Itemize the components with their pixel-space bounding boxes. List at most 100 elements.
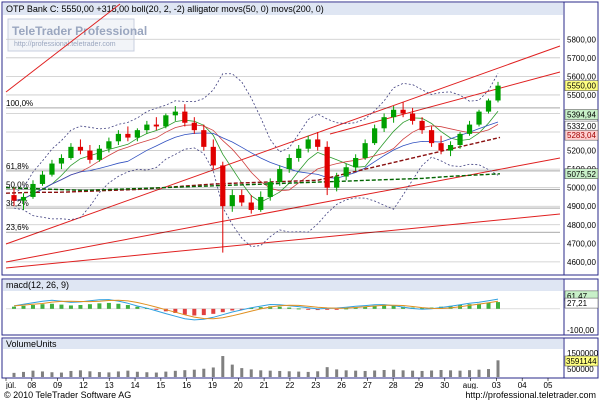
candle-body [390, 109, 397, 118]
volume-bar [382, 370, 386, 377]
macd-histogram-bar [12, 306, 16, 309]
macd-histogram-bar [296, 308, 301, 310]
volume-bar [316, 371, 320, 377]
macd-histogram-bar [21, 305, 26, 309]
candle-body [353, 157, 359, 168]
x-tick-label: 13 [105, 381, 114, 390]
volume-bar [78, 370, 82, 377]
candle-body [68, 146, 74, 158]
candle-body [163, 115, 169, 127]
x-tick-label: 09 [53, 381, 62, 390]
volume-value-label: 3591144 [566, 357, 597, 366]
volume-bar [306, 371, 310, 377]
volume-bar [278, 370, 282, 377]
candle-body [106, 141, 112, 149]
macd-histogram-bar [30, 305, 35, 309]
price-tick-label: 5600,00 [567, 72, 596, 81]
volume-bar [211, 367, 215, 377]
candle-body [286, 157, 292, 170]
x-tick-label: 08 [27, 381, 36, 390]
macd-histogram-bar [59, 304, 64, 309]
macd-histogram-bar [182, 308, 187, 315]
x-tick-label: 14 [131, 381, 140, 390]
volume-title: VolumeUnits [6, 339, 57, 349]
candle-body [220, 165, 226, 207]
volume-bar [335, 369, 339, 377]
date-x-axis: júl. 08 09 12 13 14 15 16 19 20 21 22 23 26 27 28 29 30 au… [5, 378, 553, 390]
candle-body [87, 150, 93, 160]
volume-bar [126, 370, 130, 377]
macd-histogram-bar [201, 308, 206, 316]
volume-bar [458, 370, 462, 377]
macd-histogram-bar [116, 303, 121, 309]
price-tick-label: 5000,00 [567, 184, 596, 193]
candle-body [457, 133, 463, 145]
volume-bar [116, 371, 120, 377]
macd-histogram-bar [306, 308, 311, 310]
candle-body [485, 100, 492, 112]
volume-bar [183, 370, 187, 377]
x-tick-label: 27 [363, 381, 372, 390]
candle-body [77, 146, 84, 151]
volume-bar [145, 372, 149, 377]
x-tick-label: 29 [414, 381, 423, 390]
volume-bar [363, 370, 367, 377]
volume-bar [192, 369, 196, 377]
candle-body [362, 143, 368, 158]
volume-bar [164, 371, 168, 377]
fib-level-label: 61,8% [6, 162, 29, 171]
candle-body [495, 85, 501, 101]
x-tick-label: 03 [492, 381, 501, 390]
candle-body [201, 130, 207, 147]
volume-bar [50, 372, 54, 377]
chart-window: OTP Bank C: 5550,00 +315,00 boll(20, 2, … [0, 0, 600, 400]
volume-tick-label: 500000 [567, 365, 594, 374]
volume-bar [154, 372, 158, 377]
x-tick-label: 30 [440, 381, 449, 390]
candle-body [96, 148, 103, 160]
candle-body [229, 195, 235, 207]
macd-histogram-bar [486, 302, 491, 309]
price-tick-label: 5800,00 [567, 35, 596, 44]
price-tag-label: 5394,94 [567, 111, 596, 120]
x-tick-label: 20 [234, 381, 243, 390]
macd-histogram-bar [49, 303, 54, 309]
x-tick-label: 28 [389, 381, 398, 390]
candle-body [277, 169, 283, 183]
volume-bar [69, 370, 73, 377]
volume-bar [230, 364, 234, 377]
watermark-brand: TeleTrader Professional [12, 24, 147, 38]
candle-body [191, 122, 197, 131]
macd-histogram-bar [125, 305, 130, 309]
x-tick-label: 23 [311, 381, 320, 390]
footer-url: http://professional.teletrader.com [465, 390, 596, 400]
volume-bar [344, 370, 348, 377]
footer-copyright: © 2010 TeleTrader Software AG [4, 390, 131, 400]
price-tag-label: 5283,04 [567, 131, 596, 140]
candle-body [305, 139, 311, 149]
macd-histogram-bar [230, 308, 235, 311]
candle-body [419, 120, 425, 131]
volume-bar [31, 370, 35, 377]
price-tick-label: 4700,00 [567, 239, 596, 248]
x-tick-label: 19 [208, 381, 217, 390]
volume-bar [411, 370, 415, 377]
candle-body [466, 124, 473, 134]
candle-body [30, 183, 36, 197]
volume-bar [40, 371, 44, 377]
volume-bar [173, 370, 177, 377]
volume-bar [449, 370, 453, 377]
macd-histogram-bar [211, 308, 216, 314]
macd-histogram-bar [135, 306, 140, 309]
fib-level-label: 23,6% [6, 223, 29, 232]
candle-body [153, 124, 159, 127]
volume-bar [240, 368, 244, 377]
volume-bar [97, 372, 101, 377]
volume-bar [487, 369, 491, 377]
macd-header-bar [3, 280, 563, 291]
volume-bar [12, 372, 16, 377]
macd-histogram-bar [220, 308, 225, 313]
fib-level-label: 100,0% [6, 99, 33, 108]
volume-bar [496, 360, 500, 377]
volume-bar [59, 372, 63, 377]
